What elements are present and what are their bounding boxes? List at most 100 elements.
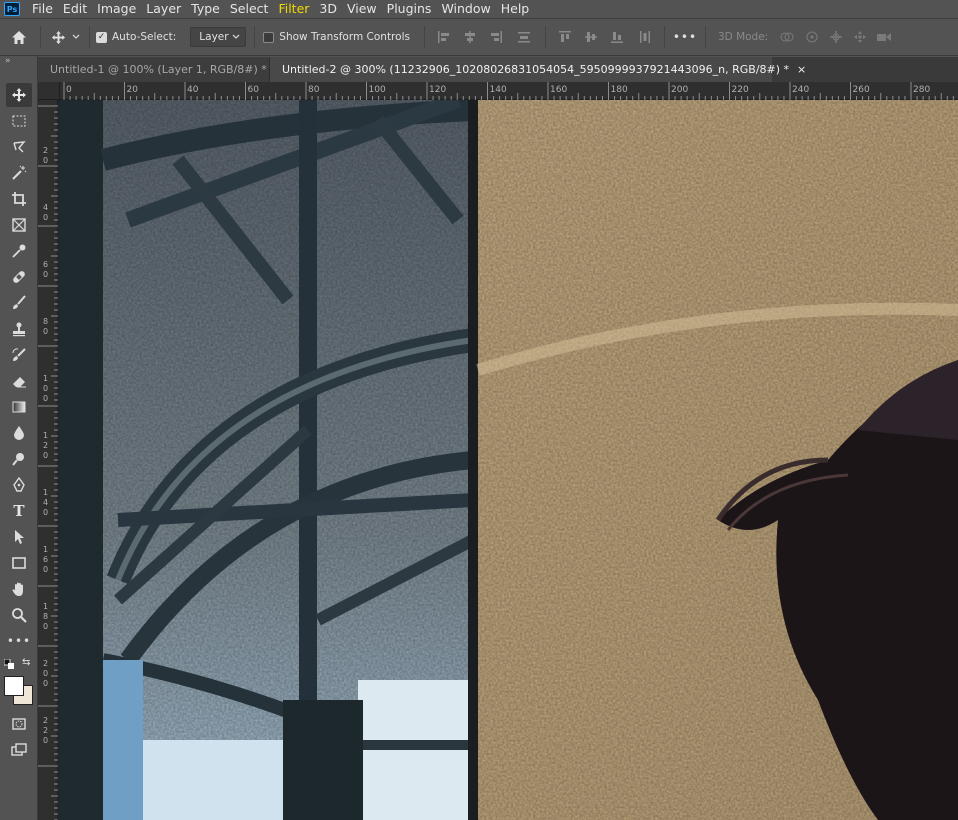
ruler-label: 160 bbox=[550, 85, 567, 95]
hand-icon[interactable] bbox=[6, 577, 32, 601]
more-options-button[interactable]: ••• bbox=[671, 30, 699, 44]
path-select-icon[interactable] bbox=[6, 525, 32, 549]
ruler-label: 0 bbox=[43, 384, 48, 393]
menu-type[interactable]: Type bbox=[186, 0, 225, 18]
more-tools-icon[interactable]: ••• bbox=[6, 629, 32, 653]
horizontal-ruler-ticks: 0 20 40 60 80 100 120 140 160 180 200 220 240 260 280 bbox=[63, 82, 954, 100]
ruler-label: 0 bbox=[43, 156, 48, 165]
pen-icon[interactable] bbox=[6, 473, 32, 497]
frame-icon[interactable] bbox=[6, 213, 32, 237]
vertical-ruler[interactable]: 20406080100120140160180200220 bbox=[38, 100, 58, 820]
ruler-label: 4 bbox=[43, 498, 48, 507]
zoom-icon[interactable] bbox=[6, 603, 32, 627]
move-tool-icon[interactable] bbox=[47, 30, 69, 45]
close-icon[interactable]: × bbox=[797, 63, 806, 76]
menu-help[interactable]: Help bbox=[496, 0, 535, 18]
tab-label: Untitled-2 @ 300% (11232906_102080268310… bbox=[282, 63, 790, 76]
ruler-label: 220 bbox=[732, 85, 749, 95]
tab-untitled-2[interactable]: Untitled-2 @ 300% (11232906_102080268310… bbox=[270, 57, 806, 82]
collapse-panel-icon[interactable]: » bbox=[5, 56, 11, 66]
marquee-icon[interactable] bbox=[6, 109, 32, 133]
menu-edit[interactable]: Edit bbox=[58, 0, 92, 18]
magic-wand-icon[interactable] bbox=[6, 161, 32, 185]
align-top-edges-icon[interactable] bbox=[552, 30, 578, 44]
menu-layer[interactable]: Layer bbox=[141, 0, 186, 18]
ruler-label: 2 bbox=[43, 146, 48, 155]
ruler-label: 2 bbox=[43, 726, 48, 735]
menu-window[interactable]: Window bbox=[436, 0, 495, 18]
crop-icon[interactable] bbox=[6, 187, 32, 211]
align-vertical-centers-icon[interactable] bbox=[578, 30, 604, 44]
menu-image[interactable]: Image bbox=[92, 0, 141, 18]
align-horizontal-centers-icon[interactable] bbox=[457, 30, 483, 44]
ruler-label: 0 bbox=[43, 736, 48, 745]
ruler-label: 180 bbox=[611, 85, 628, 95]
eraser-icon[interactable] bbox=[6, 369, 32, 393]
ruler-label: 140 bbox=[490, 85, 507, 95]
3d-pan-icon[interactable] bbox=[824, 30, 848, 44]
move-tool-icon[interactable] bbox=[6, 83, 32, 107]
tab-label: Untitled-1 @ 100% (Layer 1, RGB/8#) * bbox=[50, 63, 267, 76]
history-brush-icon[interactable] bbox=[6, 343, 32, 367]
menu-3d[interactable]: 3D bbox=[314, 0, 342, 18]
ruler-label: 100 bbox=[369, 85, 386, 95]
options-bar: ✓ Auto-Select: Layer Show Transform Cont… bbox=[0, 18, 958, 56]
menu-bar: Ps File Edit Image Layer Type Select Fil… bbox=[0, 0, 958, 18]
divider bbox=[544, 26, 546, 48]
ruler-origin[interactable] bbox=[38, 82, 60, 100]
align-right-edges-icon[interactable] bbox=[483, 30, 509, 44]
divider bbox=[89, 26, 90, 48]
ruler-label: 1 bbox=[43, 374, 48, 383]
distribute-vertical-icon[interactable] bbox=[509, 30, 539, 44]
ruler-label: 1 bbox=[43, 545, 48, 554]
divider bbox=[704, 26, 706, 48]
gradient-icon[interactable] bbox=[6, 395, 32, 419]
menu-file[interactable]: File bbox=[27, 0, 58, 18]
ruler-label: 200 bbox=[671, 85, 688, 95]
ruler-label: 6 bbox=[43, 260, 48, 269]
checkmark-icon: ✓ bbox=[96, 31, 107, 43]
lasso-icon[interactable] bbox=[6, 135, 32, 159]
foreground-color-swatch[interactable] bbox=[4, 676, 24, 696]
menu-plugins[interactable]: Plugins bbox=[382, 0, 437, 18]
align-left-edges-icon[interactable] bbox=[431, 30, 457, 44]
document-canvas[interactable] bbox=[58, 100, 958, 820]
show-transform-controls-checkbox[interactable]: Show Transform Controls bbox=[263, 31, 410, 43]
chevron-down-icon[interactable] bbox=[69, 34, 83, 40]
ruler-label: 20 bbox=[127, 85, 139, 95]
align-bottom-edges-icon[interactable] bbox=[604, 30, 630, 44]
swap-colors-icon[interactable]: ⇆ bbox=[22, 658, 32, 668]
ruler-label: 6 bbox=[43, 555, 48, 564]
blur-icon[interactable] bbox=[6, 421, 32, 445]
3d-orbit-icon[interactable] bbox=[774, 30, 800, 44]
screen-mode-icon[interactable] bbox=[6, 738, 32, 762]
brush-icon[interactable] bbox=[6, 291, 32, 315]
stamp-icon[interactable] bbox=[6, 317, 32, 341]
tools-panel: » T ••• ⇆ bbox=[0, 56, 38, 820]
distribute-horizontal-icon[interactable] bbox=[630, 30, 660, 44]
ruler-label: 4 bbox=[43, 203, 48, 212]
auto-select-target-dropdown[interactable]: Layer bbox=[190, 27, 247, 47]
photoshop-logo-icon[interactable]: Ps bbox=[4, 2, 20, 16]
3d-scale-camera-icon[interactable] bbox=[872, 31, 896, 43]
dodge-icon[interactable] bbox=[6, 447, 32, 471]
ruler-label: 8 bbox=[43, 317, 48, 326]
horizontal-ruler[interactable]: 0 20 40 60 80 100 120 140 160 180 200 220 240 260 280 bbox=[60, 82, 958, 100]
tab-untitled-1[interactable]: Untitled-1 @ 100% (Layer 1, RGB/8#) * × bbox=[38, 57, 284, 82]
home-icon[interactable] bbox=[0, 30, 38, 45]
ruler-label: 80 bbox=[308, 85, 320, 95]
menu-view[interactable]: View bbox=[342, 0, 382, 18]
healing-icon[interactable] bbox=[6, 265, 32, 289]
type-icon[interactable]: T bbox=[6, 499, 32, 523]
3d-roll-icon[interactable] bbox=[800, 30, 824, 44]
default-colors-icon[interactable] bbox=[3, 658, 14, 669]
ruler-label: 240 bbox=[792, 85, 809, 95]
eyedropper-icon[interactable] bbox=[6, 239, 32, 263]
quick-mask-icon[interactable] bbox=[6, 712, 32, 736]
document-tabs: Untitled-1 @ 100% (Layer 1, RGB/8#) * × … bbox=[38, 57, 958, 82]
rectangle-icon[interactable] bbox=[6, 551, 32, 575]
auto-select-checkbox[interactable]: ✓ Auto-Select: bbox=[96, 31, 176, 43]
menu-filter[interactable]: Filter bbox=[273, 0, 314, 18]
3d-slide-icon[interactable] bbox=[848, 30, 872, 44]
menu-select[interactable]: Select bbox=[225, 0, 274, 18]
